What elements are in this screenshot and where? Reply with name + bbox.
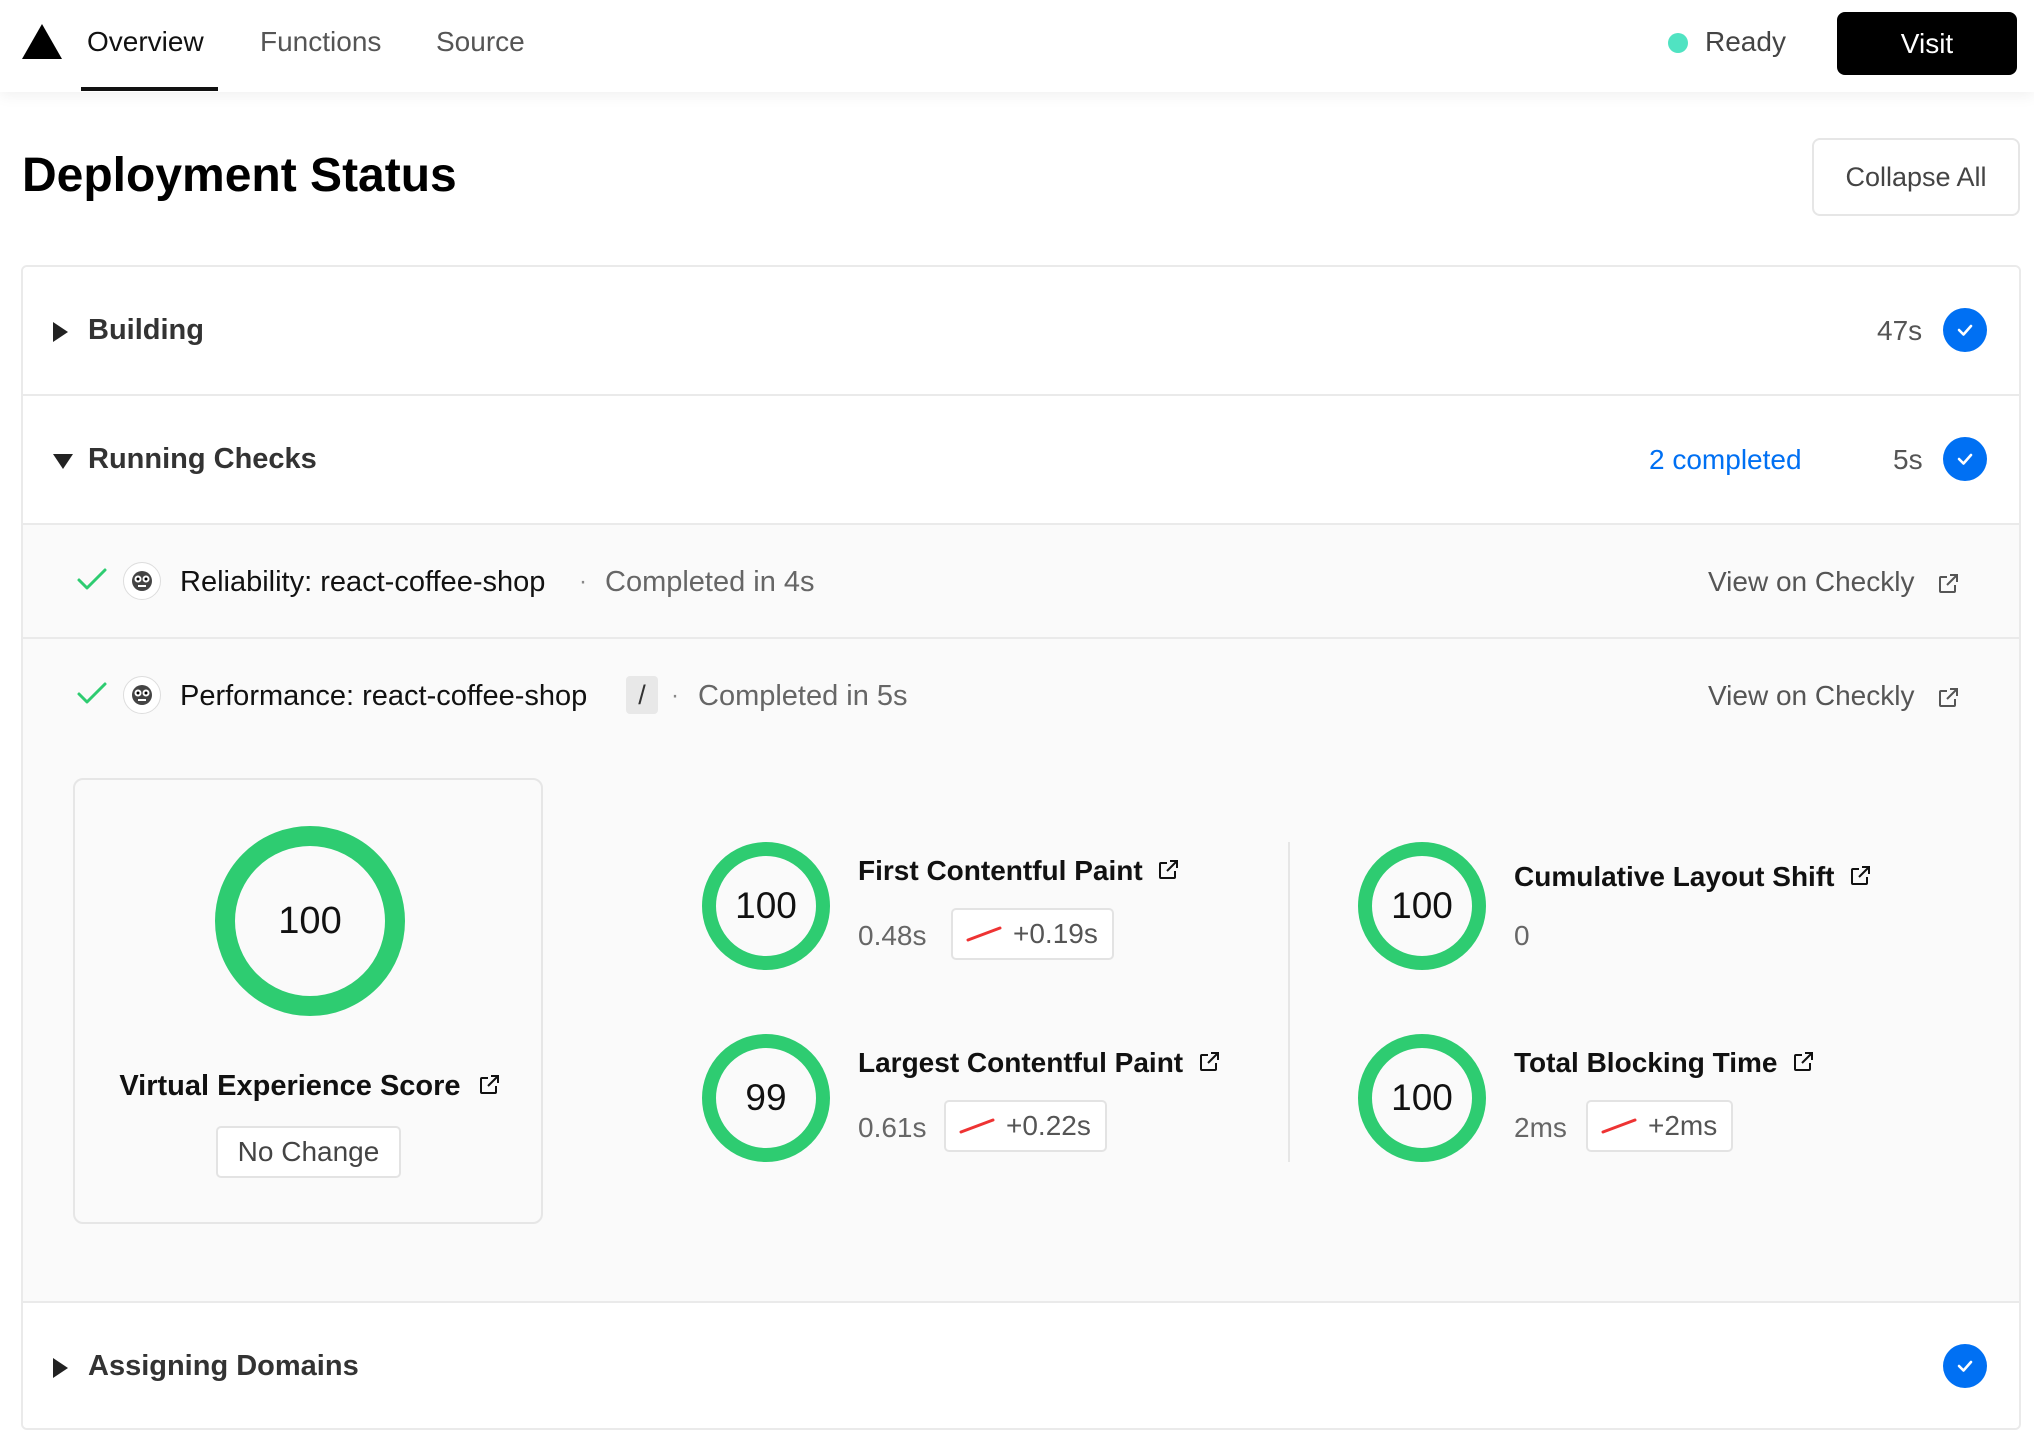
external-link-icon bbox=[479, 1075, 499, 1094]
virtual-experience-score-card: 100 Virtual Experience Score No Change bbox=[73, 778, 543, 1224]
caret-right-icon[interactable] bbox=[53, 1358, 68, 1378]
metrics-divider bbox=[1288, 842, 1290, 1162]
lcp-delta: +0.22s bbox=[1006, 1110, 1091, 1141]
external-link-icon bbox=[1159, 860, 1179, 879]
check-row-reliability: Reliability: react-coffee-shop · Complet… bbox=[23, 525, 2019, 639]
check-time-performance: Completed in 5s bbox=[698, 680, 908, 712]
check-name-performance: Performance: react-coffee-shop bbox=[180, 680, 588, 712]
tbt-title: Total Blocking Time bbox=[1514, 1047, 1778, 1078]
vex-title: Virtual Experience Score bbox=[119, 1070, 461, 1102]
page-title: Deployment Status bbox=[22, 149, 457, 202]
tbt-score: 100 bbox=[1391, 1077, 1453, 1118]
vercel-logo-icon[interactable] bbox=[22, 24, 62, 59]
visit-button[interactable]: Visit bbox=[1837, 12, 2017, 75]
building-duration: 47s bbox=[1877, 315, 1923, 346]
section-title-assigning-domains: Assigning Domains bbox=[88, 1350, 359, 1382]
fcp-score: 100 bbox=[735, 885, 797, 926]
tbt-title-link[interactable]: Total Blocking Time bbox=[1514, 1047, 1815, 1079]
lcp-value: 0.61s bbox=[858, 1112, 927, 1143]
separator-dot: · bbox=[579, 568, 587, 595]
cls-title-link[interactable]: Cumulative Layout Shift bbox=[1514, 861, 1872, 893]
section-assigning-domains[interactable]: Assigning Domains bbox=[23, 1303, 2019, 1428]
path-chip: / bbox=[626, 676, 658, 714]
view-link-label: View on Checkly bbox=[1708, 566, 1915, 597]
check-circle-icon bbox=[1943, 437, 1987, 481]
external-link-icon bbox=[1199, 1052, 1219, 1071]
section-title-building: Building bbox=[88, 314, 204, 346]
lcp-title: Largest Contentful Paint bbox=[858, 1047, 1184, 1078]
cls-value: 0 bbox=[1514, 920, 1530, 951]
tab-overview[interactable]: Overview bbox=[87, 26, 204, 92]
check-time-reliability: Completed in 4s bbox=[605, 566, 815, 598]
lcp-score: 99 bbox=[745, 1077, 787, 1118]
fcp-delta: +0.19s bbox=[1013, 918, 1098, 949]
section-running-checks[interactable]: Running Checks 2 completed 5s bbox=[23, 396, 2019, 525]
view-on-checkly-link[interactable]: View on Checkly bbox=[1708, 680, 1960, 712]
fcp-delta-badge: +0.19s bbox=[951, 908, 1114, 960]
top-nav: Overview Functions Source Ready Visit bbox=[0, 0, 2034, 92]
view-link-label: View on Checkly bbox=[1708, 680, 1915, 711]
section-title-running-checks: Running Checks bbox=[88, 443, 317, 475]
trend-up-icon bbox=[966, 926, 1002, 942]
cls-score: 100 bbox=[1391, 885, 1453, 926]
external-link-icon bbox=[1851, 866, 1871, 885]
collapse-all-button[interactable]: Collapse All bbox=[1812, 138, 2020, 216]
trend-up-icon bbox=[959, 1118, 995, 1134]
check-circle-icon bbox=[1943, 308, 1987, 352]
tbt-delta-badge: +2ms bbox=[1586, 1100, 1734, 1152]
separator-dot: · bbox=[671, 682, 679, 709]
fcp-value: 0.48s bbox=[858, 920, 927, 951]
running-duration: 5s bbox=[1893, 444, 1923, 475]
fcp-title: First Contentful Paint bbox=[858, 855, 1143, 886]
external-link-icon bbox=[1939, 573, 1959, 593]
deployment-status-panel: Building 47s Running Checks 2 completed … bbox=[21, 265, 2021, 1430]
cls-title: Cumulative Layout Shift bbox=[1514, 861, 1835, 892]
status-label: Ready bbox=[1705, 26, 1786, 57]
check-name-reliability: Reliability: react-coffee-shop bbox=[180, 566, 546, 598]
vex-score-value: 100 bbox=[278, 899, 342, 942]
checkly-avatar-icon bbox=[123, 676, 161, 714]
completed-count-link[interactable]: 2 completed bbox=[1649, 444, 1802, 476]
tbt-delta: +2ms bbox=[1648, 1110, 1718, 1141]
trend-up-icon bbox=[1601, 1118, 1637, 1134]
check-icon bbox=[77, 682, 107, 704]
vex-change-badge: No Change bbox=[216, 1126, 401, 1178]
external-link-icon bbox=[1794, 1052, 1814, 1071]
check-icon bbox=[77, 568, 107, 590]
view-on-checkly-link[interactable]: View on Checkly bbox=[1708, 566, 1960, 598]
tab-source[interactable]: Source bbox=[436, 26, 525, 92]
lcp-title-link[interactable]: Largest Contentful Paint bbox=[858, 1047, 1221, 1079]
checkly-avatar-icon bbox=[123, 562, 161, 600]
fcp-title-link[interactable]: First Contentful Paint bbox=[858, 855, 1180, 887]
tbt-value: 2ms bbox=[1514, 1112, 1567, 1143]
external-link-icon bbox=[1939, 687, 1959, 707]
status-dot bbox=[1668, 33, 1688, 53]
vex-title-link[interactable]: Virtual Experience Score bbox=[75, 1070, 545, 1103]
check-circle-icon bbox=[1943, 1344, 1987, 1388]
active-tab-indicator bbox=[81, 87, 218, 91]
tab-functions[interactable]: Functions bbox=[260, 26, 381, 92]
section-building[interactable]: Building 47s bbox=[23, 267, 2019, 396]
caret-down-icon[interactable] bbox=[53, 454, 73, 469]
lcp-delta-badge: +0.22s bbox=[944, 1100, 1107, 1152]
caret-right-icon[interactable] bbox=[53, 322, 68, 342]
